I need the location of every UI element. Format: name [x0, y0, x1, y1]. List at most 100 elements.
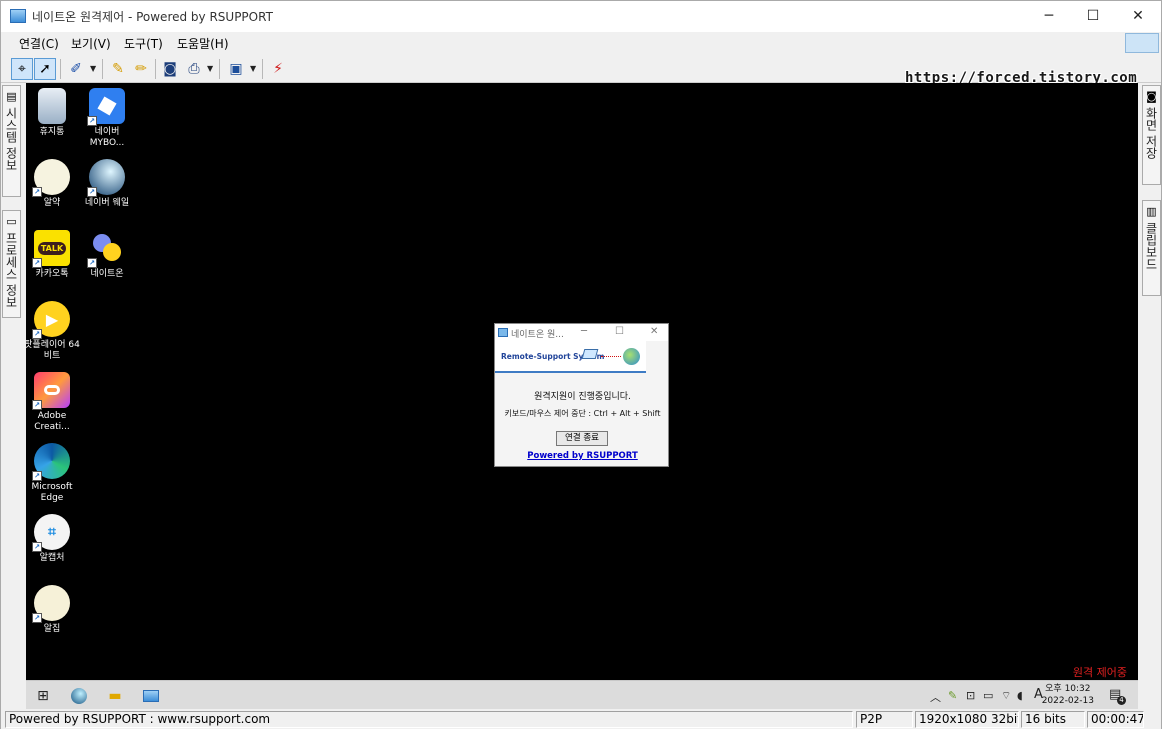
- powered-link[interactable]: Powered by RSUPPORT: [495, 451, 670, 461]
- disconnect-icon[interactable]: ⚡: [267, 58, 289, 80]
- chevron-down-icon[interactable]: ▼: [250, 64, 256, 73]
- desktop-icon-adobe-creative[interactable]: ↗ Adobe Creati...: [26, 372, 82, 433]
- dialog-hint: 키보드/마우스 제어 중단 : Ctrl + Alt + Shift: [504, 409, 661, 418]
- desktop-icon-alcapture[interactable]: ⌗ ↗ 알캡처: [26, 514, 82, 564]
- desktop-icon-nateon[interactable]: ↗ 네이트온: [77, 230, 137, 280]
- desktop-icon-label: 네이트온: [90, 269, 124, 279]
- desktop-icon-label: 알집: [43, 624, 61, 634]
- status-powered: Powered by RSUPPORT : www.rsupport.com: [5, 711, 853, 728]
- eraser-icon[interactable]: ✏: [130, 58, 152, 80]
- potplayer-icon: ▶ ↗: [32, 301, 70, 339]
- tab-process-info[interactable]: ▭ 프로세스 정보: [2, 210, 21, 318]
- dialog-title: 네이트온 원...: [511, 330, 564, 340]
- taskbar-clock[interactable]: 오후 10:32 2022-02-13: [1042, 683, 1094, 707]
- wifi-icon[interactable]: ⌔: [1001, 689, 1011, 703]
- notification-count: 4: [1117, 696, 1126, 705]
- desktop-icon-label: 카카오톡: [35, 269, 69, 279]
- desktop-icon-naver-whale[interactable]: ↗ 네이버 웨일: [77, 159, 137, 209]
- tab-label: 시스템 정보: [4, 107, 18, 171]
- desktop-icon-recycle-bin[interactable]: 휴지통: [26, 88, 82, 138]
- pencil-icon[interactable]: ✎: [107, 58, 129, 80]
- desktop-icon-label: 네이버 웨일: [84, 198, 130, 208]
- shortcut-arrow-icon: ↗: [87, 116, 97, 126]
- end-connection-button[interactable]: 연결 종료: [556, 431, 608, 446]
- remote-app-taskbar-icon[interactable]: [140, 685, 162, 707]
- toolbar-separator: [219, 59, 220, 79]
- adobe-cc-icon: ↗: [32, 372, 70, 410]
- kakaotalk-icon: TALK ↗: [32, 230, 70, 268]
- desktop-icon-label: 휴지통: [39, 127, 65, 137]
- dialog-maximize-button[interactable]: ☐: [615, 326, 624, 337]
- title-bar: 네이트온 원격제어 - Powered by RSUPPORT ─ ☐ ✕: [1, 1, 1161, 32]
- shortcut-arrow-icon: ↗: [32, 542, 42, 552]
- alcapture-icon: ⌗ ↗: [32, 514, 70, 552]
- close-button[interactable]: ✕: [1115, 1, 1161, 32]
- remote-support-dialog: 네이트온 원... ─ ☐ ✕ Remote-Support System 원격…: [494, 323, 669, 467]
- remote-control-window: 네이트온 원격제어 - Powered by RSUPPORT ─ ☐ ✕ 연결…: [0, 0, 1162, 729]
- remote-control-icon[interactable]: ⌖: [11, 58, 33, 80]
- connection-arrow-icon: [601, 356, 621, 357]
- desktop-icon-potplayer[interactable]: ▶ ↗ 팟플레이어 64 비트: [26, 301, 82, 362]
- tab-label: 화면 저장: [1144, 107, 1158, 159]
- shortcut-arrow-icon: ↗: [87, 258, 97, 268]
- pointer-mode-icon[interactable]: ➚: [34, 58, 56, 80]
- chevron-down-icon[interactable]: ▼: [90, 64, 96, 73]
- tab-label: 프로세스 정보: [4, 232, 18, 308]
- tab-system-info[interactable]: ▤ 시스템 정보: [2, 85, 21, 197]
- shortcut-arrow-icon: ↗: [32, 400, 42, 410]
- status-resolution: 1920x1080 32bit: [915, 711, 1019, 728]
- clock-time: 오후 10:32: [1045, 684, 1091, 694]
- speaker-icon[interactable]: ◖: [1017, 689, 1023, 702]
- dialog-banner: Remote-Support System: [495, 341, 646, 373]
- device-tray-icon[interactable]: ⊡: [966, 689, 975, 702]
- tab-screen-save[interactable]: ◙ 화면 저장: [1142, 85, 1161, 185]
- window-title: 네이트온 원격제어 - Powered by RSUPPORT: [32, 10, 273, 24]
- menu-tools[interactable]: 도구(T): [124, 35, 163, 52]
- shortcut-arrow-icon: ↗: [32, 471, 42, 481]
- camera-icon[interactable]: ◙: [159, 58, 181, 80]
- nateon-icon: ↗: [87, 230, 125, 268]
- pen-tray-icon[interactable]: ✎: [948, 689, 957, 702]
- chevron-up-icon[interactable]: ︿: [930, 689, 941, 705]
- desktop-icon-naver-mybox[interactable]: ↗ 네이버 MYBO...: [77, 88, 137, 149]
- desktop-icon-alzip[interactable]: ↗ 알집: [26, 585, 82, 635]
- menu-view[interactable]: 보기(V): [71, 35, 111, 52]
- menu-help[interactable]: 도움말(H): [177, 35, 229, 52]
- dialog-close-button[interactable]: ✕: [650, 326, 658, 337]
- screen-settings-icon[interactable]: ▣: [225, 58, 247, 80]
- print-icon[interactable]: ⎙: [183, 58, 205, 80]
- remote-control-status: 원격 제어중: [1072, 666, 1127, 679]
- laser-pointer-icon[interactable]: ✐: [65, 58, 87, 80]
- toolbar-separator: [155, 59, 156, 79]
- whale-taskbar-icon[interactable]: [68, 685, 90, 707]
- desktop-icon-label: 알캡처: [39, 553, 65, 563]
- menu-connect[interactable]: 연결(C): [19, 35, 59, 52]
- shortcut-arrow-icon: ↗: [87, 187, 97, 197]
- edge-icon: ↗: [32, 443, 70, 481]
- desktop-icon-label: 알약: [43, 198, 61, 208]
- desktop-icon-kakaotalk[interactable]: TALK ↗ 카카오톡: [26, 230, 82, 280]
- clipboard-icon: ▥: [1146, 205, 1157, 218]
- naver-mybox-icon: ↗: [87, 88, 125, 126]
- toolbar-separator: [60, 59, 61, 79]
- status-mode: P2P: [856, 711, 913, 728]
- shortcut-arrow-icon: ↗: [32, 258, 42, 268]
- tab-label: 클립보드: [1144, 222, 1158, 270]
- toolbar-separator: [102, 59, 103, 79]
- minimize-button[interactable]: ─: [1026, 1, 1072, 32]
- windows-start-icon[interactable]: ⊞: [32, 685, 54, 707]
- file-explorer-icon[interactable]: ▬: [104, 685, 126, 707]
- dialog-minimize-button[interactable]: ─: [581, 326, 587, 337]
- tab-clipboard[interactable]: ▥ 클립보드: [1142, 200, 1161, 296]
- desktop-icon-alyac[interactable]: ↗ 알약: [26, 159, 82, 209]
- screen-switch-icon[interactable]: [1125, 33, 1159, 53]
- toolbar-separator: [262, 59, 263, 79]
- desktop-icon-edge[interactable]: ↗ Microsoft Edge: [26, 443, 82, 504]
- desktop-icon-label: 네이버 MYBO...: [89, 127, 125, 148]
- recycle-bin-icon: [38, 88, 66, 124]
- dialog-title-bar: 네이트온 원... ─ ☐ ✕: [495, 324, 668, 341]
- chevron-down-icon[interactable]: ▼: [207, 64, 213, 73]
- status-color-depth: 16 bits: [1021, 711, 1085, 728]
- battery-icon[interactable]: ▭: [983, 689, 993, 702]
- maximize-button[interactable]: ☐: [1070, 1, 1116, 32]
